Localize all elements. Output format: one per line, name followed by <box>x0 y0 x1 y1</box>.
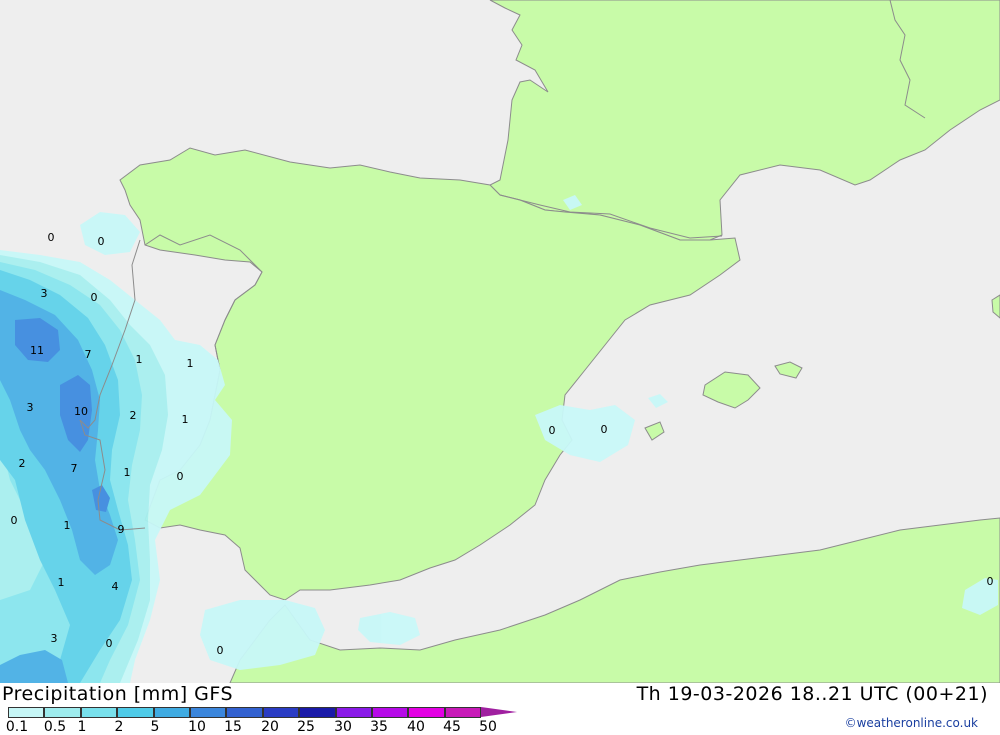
precip-label: 11 <box>30 344 44 357</box>
scale-swatch <box>226 707 263 718</box>
precip-label: 3 <box>27 401 34 414</box>
scale-swatch <box>444 707 482 718</box>
precip-label: 0 <box>106 637 113 650</box>
precip-label: 7 <box>85 348 92 361</box>
map-title: Precipitation [mm] GFS <box>2 683 234 705</box>
precip-label: 0 <box>91 291 98 304</box>
scale-swatch <box>117 707 154 718</box>
precip-label: 1 <box>124 466 131 479</box>
precip-label: 9 <box>118 523 125 536</box>
precip-label: 2 <box>130 409 137 422</box>
precip-label: 2 <box>19 457 26 470</box>
scale-swatch <box>335 707 372 718</box>
scale-swatch <box>262 707 300 718</box>
scale-swatch <box>44 707 81 718</box>
scale-swatch <box>299 707 336 718</box>
precip-label: 1 <box>136 353 143 366</box>
precip-label: 0 <box>217 644 224 657</box>
precip-label: 1 <box>64 519 71 532</box>
precip-label: 7 <box>71 462 78 475</box>
precipitation-map: 0 0 3 0 11 7 1 1 3 10 2 1 2 7 1 0 0 1 9 … <box>0 0 1000 683</box>
precip-label: 1 <box>187 357 194 370</box>
precip-label: 10 <box>74 405 88 418</box>
precip-label: 1 <box>182 413 189 426</box>
precip-label: 0 <box>601 423 608 436</box>
precip-label: 0 <box>98 235 105 248</box>
scale-arrow <box>481 707 518 717</box>
precip-label: 4 <box>112 580 119 593</box>
scale-ticks: 0.1 0.5 1 2 5 10 15 20 25 30 35 40 45 50 <box>0 719 520 735</box>
scale-swatch <box>189 707 227 718</box>
precip-label: 0 <box>48 231 55 244</box>
precip-label: 3 <box>41 287 48 300</box>
valid-time: Th 19-03-2026 18..21 UTC (00+21) <box>636 683 988 705</box>
precip-label: 0 <box>177 470 184 483</box>
color-scale <box>8 707 518 719</box>
scale-swatch <box>371 707 409 718</box>
precip-label: 0 <box>987 575 994 588</box>
scale-swatch <box>408 707 445 718</box>
scale-swatch <box>153 707 190 718</box>
precip-label: 0 <box>549 424 556 437</box>
precip-label: 0 <box>11 514 18 527</box>
precip-label: 1 <box>58 576 65 589</box>
scale-swatch <box>8 707 45 718</box>
precip-label: 3 <box>51 632 58 645</box>
credit-link[interactable]: ©weatheronline.co.uk <box>845 716 978 730</box>
scale-swatch <box>80 707 118 718</box>
